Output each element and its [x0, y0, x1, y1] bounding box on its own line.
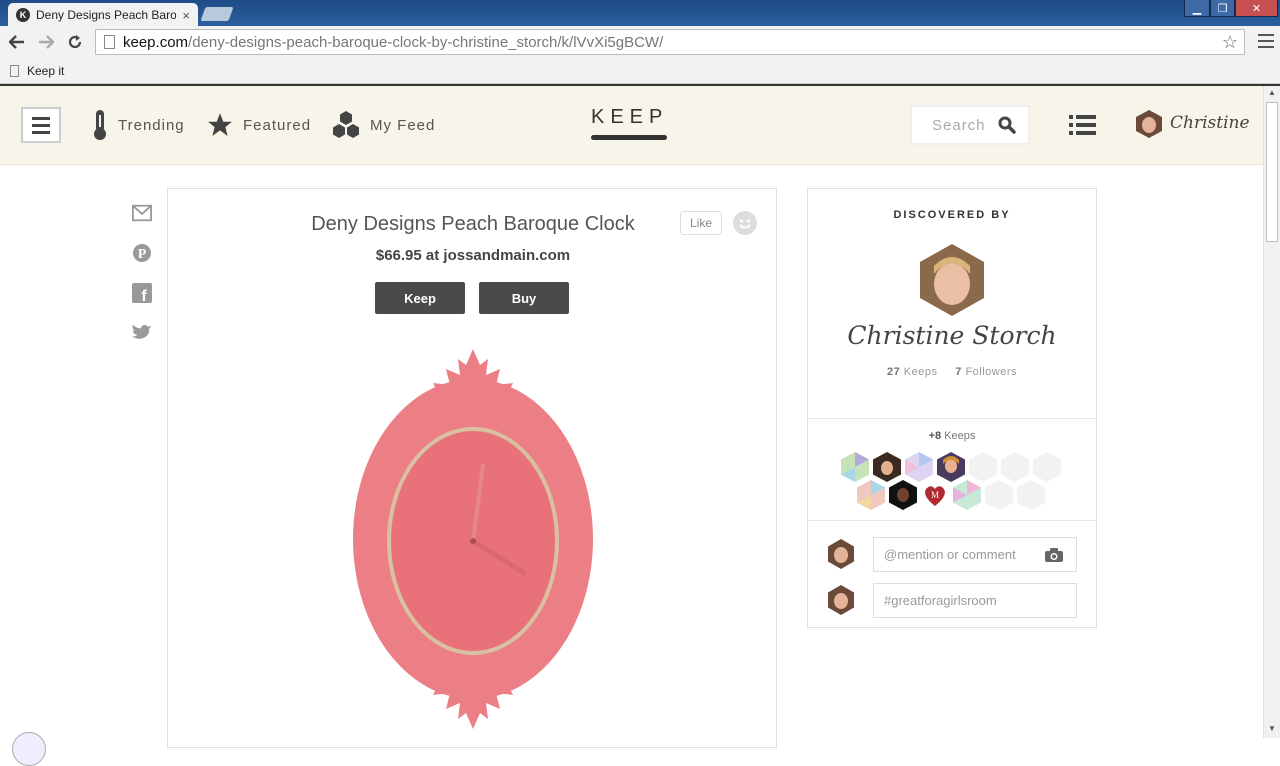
forward-arrow-icon[interactable] [34, 30, 58, 54]
window-close-button[interactable]: ✕ [1235, 0, 1278, 17]
commenter-avatar [828, 539, 854, 569]
bookmark-page-icon [10, 64, 19, 77]
commenter-avatar [828, 585, 854, 615]
product-price[interactable]: $66.95 at jossandmain.com [168, 247, 778, 264]
browser-menu-icon[interactable] [1258, 32, 1274, 50]
user-avatar[interactable] [1136, 110, 1162, 138]
email-icon[interactable] [132, 203, 152, 223]
discoverer-avatar[interactable] [920, 244, 984, 316]
keeper-avatar[interactable] [841, 452, 869, 482]
keeper-placeholder [985, 480, 1013, 510]
nav-featured-label: Featured [243, 116, 312, 134]
twitter-icon[interactable] [132, 322, 152, 342]
keeper-placeholder [1033, 452, 1061, 482]
back-arrow-icon[interactable] [5, 30, 29, 54]
site-header: Trending Featured My Feed KEEP Search Ch… [0, 86, 1263, 165]
browser-titlebar: K Deny Designs Peach Baroque Clock by Ch… [0, 0, 1280, 27]
pinterest-icon[interactable]: P [132, 243, 152, 263]
hamburger-menu-button[interactable] [21, 107, 61, 143]
browser-toolbar: keep.com /deny-designs-peach-baroque-clo… [0, 26, 1280, 58]
comment-input[interactable]: @mention or comment [873, 537, 1077, 572]
bookmarks-bar: Keep it [0, 58, 1280, 84]
svg-text:f: f [141, 288, 147, 303]
facebook-icon[interactable]: f [132, 283, 152, 303]
url-host: keep.com [123, 33, 189, 51]
product-image-baroque-clock[interactable] [328, 347, 618, 731]
discoverer-stats: 27 Keeps 7 Followers [808, 366, 1096, 378]
keeps-count[interactable]: 27 [887, 366, 900, 378]
nav-trending[interactable]: Trending [92, 110, 185, 140]
chat-bubble-icon[interactable] [12, 732, 46, 766]
bookmark-keep-it[interactable]: Keep it [27, 64, 64, 78]
product-card: Deny Designs Peach Baroque Clock $66.95 … [167, 188, 777, 748]
more-keeps[interactable]: +8 Keeps [808, 430, 1096, 442]
followers-label[interactable]: Followers [965, 366, 1017, 378]
followers-count[interactable]: 7 [955, 366, 962, 378]
keeper-placeholder [1001, 452, 1029, 482]
keeper-avatar[interactable] [873, 452, 901, 482]
star-icon [207, 112, 233, 138]
svg-text:P: P [138, 247, 147, 262]
tab-close-icon[interactable]: × [182, 8, 190, 23]
page-icon [104, 35, 115, 49]
reload-icon[interactable] [63, 30, 87, 54]
bookmark-star-icon[interactable]: ☆ [1222, 32, 1238, 53]
panel-divider [808, 418, 1096, 419]
keeper-placeholder [969, 452, 997, 482]
keeper-avatar[interactable] [857, 480, 885, 510]
camera-icon[interactable] [1045, 548, 1063, 565]
hexagons-icon [332, 110, 360, 140]
user-name[interactable]: Christine [1170, 113, 1250, 133]
restore-button[interactable]: ❐ [1210, 0, 1235, 17]
more-keeps-label: Keeps [944, 430, 976, 442]
list-view-icon[interactable] [1069, 115, 1096, 135]
address-bar[interactable]: keep.com /deny-designs-peach-baroque-clo… [95, 29, 1245, 55]
thermometer-icon [92, 109, 108, 141]
keeper-avatar[interactable]: M [921, 480, 949, 510]
keeper-avatar[interactable] [889, 480, 917, 510]
keep-logo[interactable]: KEEP [591, 106, 667, 129]
hashtag-text: #greatforagirlsroom [884, 593, 997, 608]
keeper-avatar[interactable] [937, 452, 965, 482]
like-button[interactable]: Like [680, 211, 722, 235]
discoverer-name[interactable]: Christine Storch [808, 321, 1096, 350]
keeps-label[interactable]: Keeps [904, 366, 938, 378]
hashtag-comment[interactable]: #greatforagirlsroom [873, 583, 1077, 618]
keeper-avatar[interactable] [905, 452, 933, 482]
more-keeps-count: +8 [928, 430, 942, 442]
panel-divider [808, 520, 1096, 521]
keeper-placeholder [1017, 480, 1045, 510]
search-input[interactable]: Search [910, 105, 1030, 145]
url-path: /deny-designs-peach-baroque-clock-by-chr… [188, 33, 664, 51]
scroll-down-icon[interactable]: ▼ [1268, 724, 1276, 733]
nav-my-feed-label: My Feed [370, 116, 436, 134]
keep-favicon-icon: K [16, 8, 30, 22]
keep-logo-bar [591, 135, 667, 140]
tab-title: Deny Designs Peach Baroque Clock by Chri… [36, 8, 176, 22]
scroll-up-icon[interactable]: ▲ [1268, 88, 1276, 97]
nav-trending-label: Trending [118, 116, 185, 134]
smiley-icon[interactable] [733, 211, 757, 235]
minimize-button[interactable]: ▁ [1184, 0, 1210, 17]
search-placeholder: Search [932, 116, 986, 134]
buy-button[interactable]: Buy [479, 282, 569, 314]
keep-button[interactable]: Keep [375, 282, 465, 314]
scroll-thumb[interactable] [1266, 102, 1278, 242]
keeper-avatar[interactable] [953, 480, 981, 510]
discovered-panel: DISCOVERED BY Christine Storch 27 Keeps … [807, 188, 1097, 628]
nav-featured[interactable]: Featured [207, 110, 311, 140]
search-icon[interactable] [998, 116, 1016, 138]
svg-text:M: M [931, 490, 939, 500]
page-scrollbar[interactable]: ▲ ▼ [1263, 86, 1280, 738]
browser-tab[interactable]: K Deny Designs Peach Baroque Clock by Ch… [8, 3, 198, 27]
new-tab-button[interactable] [200, 7, 234, 21]
discovered-by-label: DISCOVERED BY [893, 209, 1011, 221]
comment-placeholder: @mention or comment [884, 547, 1016, 562]
nav-my-feed[interactable]: My Feed [332, 110, 435, 140]
